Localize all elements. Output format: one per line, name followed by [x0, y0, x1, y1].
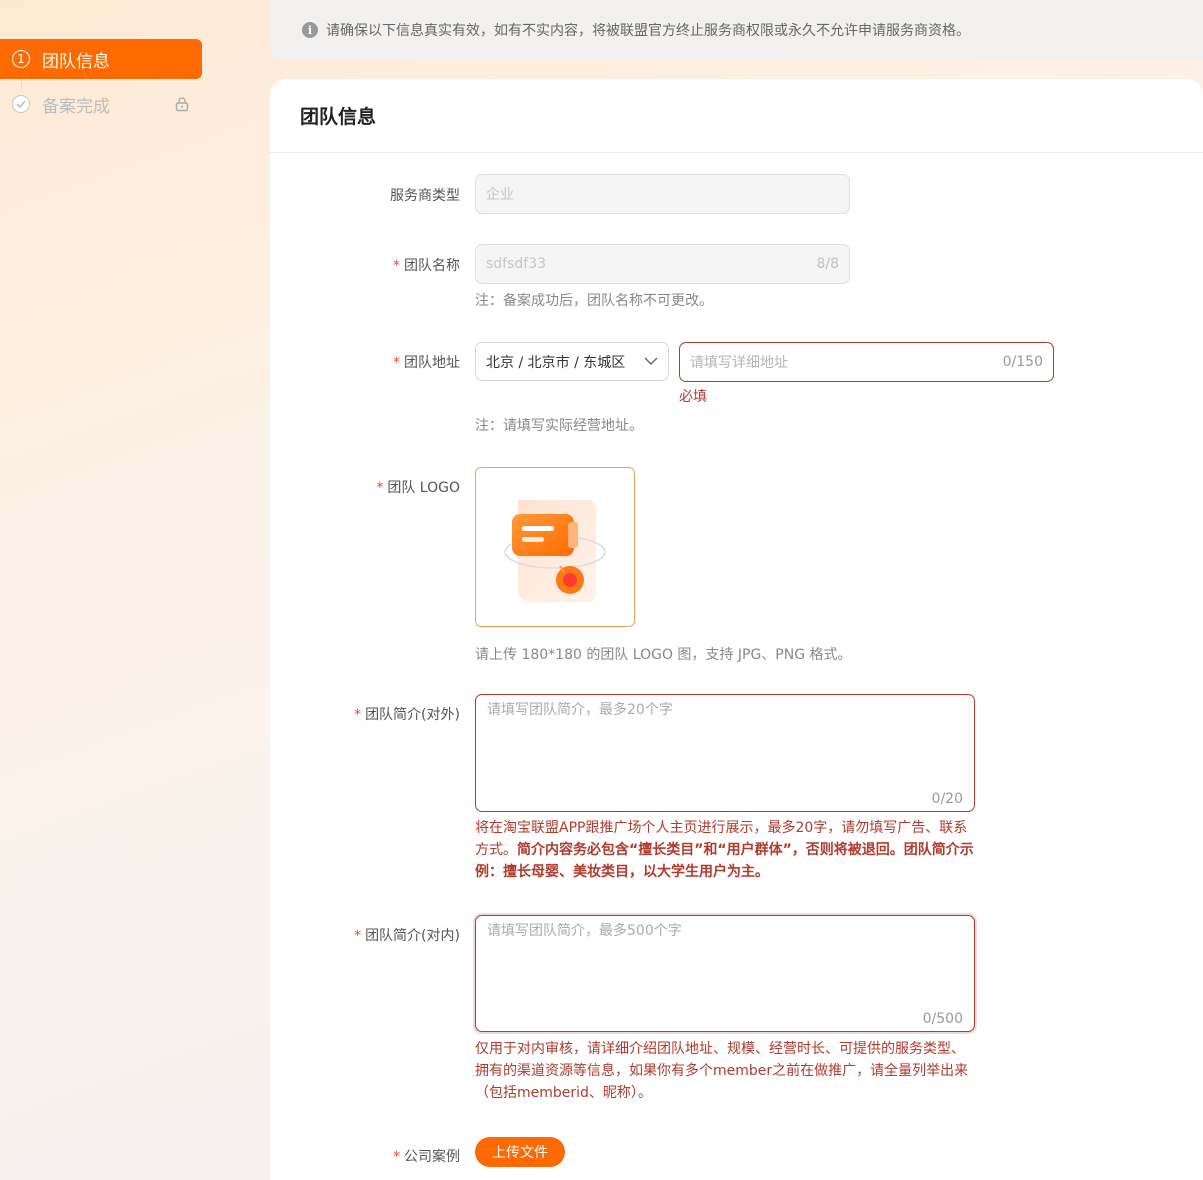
step-label: 团队信息	[42, 51, 110, 72]
address-detail-count: 0/150	[1002, 354, 1043, 370]
intro-internal-count: 0/500	[922, 1011, 963, 1027]
address-detail-input[interactable]: 请填写详细地址 0/150	[679, 342, 1054, 382]
logo-illustration-icon	[504, 500, 606, 602]
region-select-value: 北京 / 北京市 / 东城区	[486, 354, 626, 371]
intro-internal-label: * 团队简介(对内)	[354, 928, 460, 944]
intro-internal-desc: 仅用于对内审核，请详细介绍团队地址、规模、经营时长、可提供的服务类型、拥有的渠道…	[475, 1041, 969, 1101]
intro-external-placeholder: 请填写团队简介，最多20个字	[487, 702, 673, 718]
notice-text: 请确保以下信息真实有效，如有不实内容，将被联盟官方终止服务商权限或永久不允许申请…	[326, 23, 970, 39]
provider-type-field: 企业	[475, 174, 850, 214]
provider-type-value: 企业	[486, 187, 514, 203]
company-case-label: * 公司案例	[393, 1149, 460, 1165]
team-logo-hint: 请上传 180*180 的团队 LOGO 图，支持 JPG、PNG 格式。	[475, 647, 852, 663]
address-detail-placeholder: 请填写详细地址	[690, 355, 788, 371]
team-name-value: sdfsdf33	[486, 256, 547, 272]
logo-upload-box[interactable]	[475, 467, 635, 627]
intro-external-count: 0/20	[931, 791, 963, 807]
chevron-down-icon	[644, 354, 658, 370]
region-select[interactable]: 北京 / 北京市 / 东城区	[475, 342, 669, 381]
team-address-hint: 注：请填写实际经营地址。	[475, 418, 643, 434]
team-address-label: * 团队地址	[393, 355, 460, 371]
notice-bar: i 请确保以下信息真实有效，如有不实内容，将被联盟官方终止服务商权限或永久不允许…	[270, 0, 1203, 60]
intro-external-textarea[interactable]: 请填写团队简介，最多20个字 0/20	[475, 694, 975, 812]
provider-type-label: 服务商类型	[390, 188, 460, 204]
step-filing-complete: 备案完成	[0, 84, 202, 124]
team-name-hint: 注：备案成功后，团队名称不可更改。	[475, 293, 713, 309]
sidebar: 1 团队信息 备案完成	[0, 0, 270, 1180]
step-team-info[interactable]: 1 团队信息	[0, 39, 202, 79]
intro-internal-textarea[interactable]: 请填写团队简介，最多500个字 0/500	[475, 915, 975, 1032]
address-error-text: 必填	[679, 389, 707, 405]
lock-icon	[174, 96, 190, 117]
team-name-count: 8/8	[816, 256, 839, 272]
check-icon	[12, 95, 30, 113]
info-icon: i	[302, 22, 318, 38]
upload-file-button[interactable]: 上传文件	[475, 1137, 565, 1167]
team-name-field: sdfsdf33 8/8	[475, 244, 850, 284]
team-logo-label: * 团队 LOGO	[376, 480, 460, 496]
intro-external-label: * 团队简介(对外)	[354, 707, 460, 723]
intro-internal-placeholder: 请填写团队简介，最多500个字	[487, 923, 682, 939]
step-number: 1	[12, 50, 30, 68]
form-card: 团队信息 服务商类型 企业 * 团队名称 sdfsdf33 8/8 注：备案成功后…	[270, 79, 1203, 1180]
step-label: 备案完成	[42, 96, 110, 117]
intro-external-desc: 将在淘宝联盟APP跟推广场个人主页进行展示，最多20字，请勿填写广告、联系方式。…	[475, 820, 974, 880]
team-name-label: * 团队名称	[393, 258, 460, 274]
page-title: 团队信息	[270, 79, 1203, 153]
